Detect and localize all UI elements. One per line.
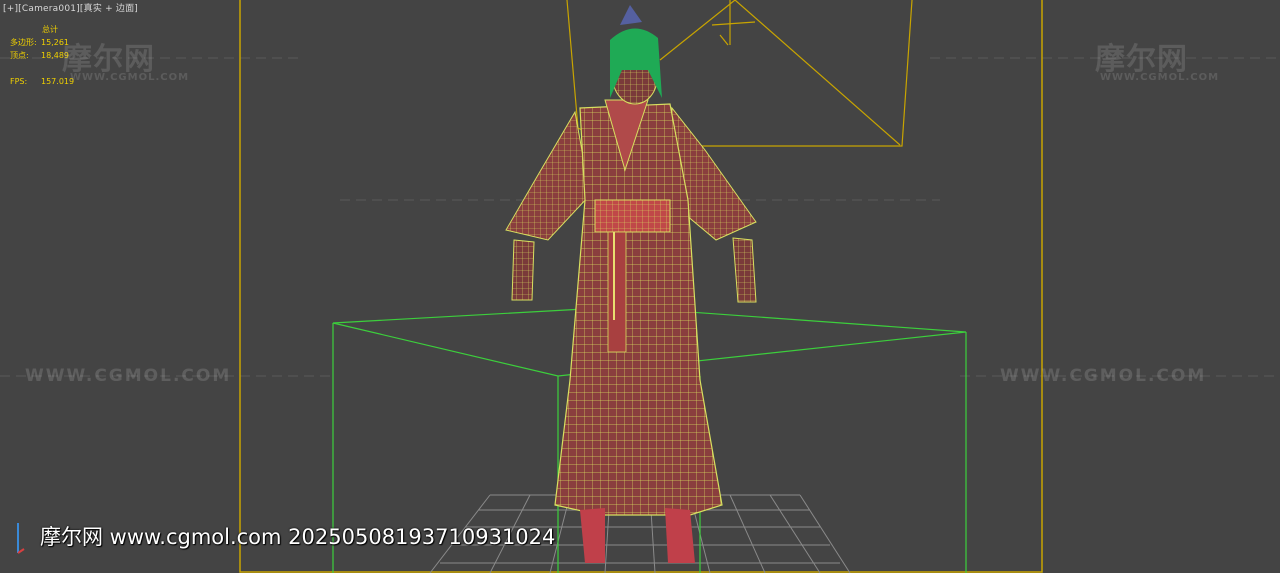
watermark-url-left: WWW.CGMOL.COM (25, 366, 232, 386)
viewport-camera-selector[interactable]: [Camera001] (18, 4, 80, 14)
viewport-label[interactable]: [+][Camera001][真实 + 边面] (3, 1, 138, 14)
stats-fps-label: FPS: (10, 77, 28, 86)
stats-vertices-label: 顶点: (10, 51, 29, 60)
viewport-menu-button[interactable]: [+] (3, 4, 18, 14)
credit-caption: 摩尔网 www.cgmol.com 20250508193710931024 (40, 525, 556, 549)
stats-header: 总计 (42, 25, 58, 34)
viewport[interactable]: [+][Camera001][真实 + 边面] 总计 多边形: 15,261 顶点… (0, 0, 1280, 573)
stats-polygons-label: 多边形: (10, 38, 37, 47)
axis-gizmo-icon (17, 523, 25, 554)
character-model (505, 5, 757, 563)
viewport-shading-selector[interactable]: [真实 + 边面] (80, 4, 138, 14)
viewport-scene[interactable] (0, 0, 1280, 573)
watermark-url-right: WWW.CGMOL.COM (1000, 366, 1207, 386)
watermark-sub-left: WWW.CGMOL.COM (70, 72, 190, 83)
watermark-sub-right: WWW.CGMOL.COM (1100, 72, 1220, 83)
